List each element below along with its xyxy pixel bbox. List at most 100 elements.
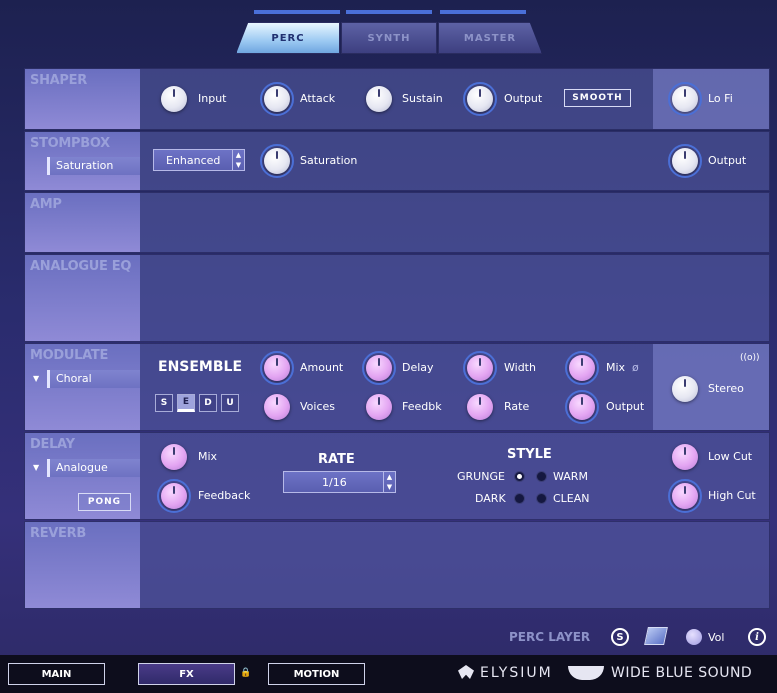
stereo-knob[interactable]: [672, 376, 698, 402]
modulate-module: MODULATE ▼ Choral: [24, 343, 770, 431]
eq-title: ANALOGUE EQ: [30, 259, 132, 274]
shaper-input-label: Input: [198, 92, 227, 105]
amp-title: AMP: [30, 197, 62, 212]
mode-button-d[interactable]: D: [199, 394, 217, 412]
lowcut-knob[interactable]: [672, 444, 698, 470]
tab-perc[interactable]: PERC: [236, 22, 340, 54]
rate-knob[interactable]: [467, 394, 493, 420]
delay-feedback-label: Feedback: [198, 489, 251, 502]
stompbox-mode-selector[interactable]: Enhanced ▲ ▼: [153, 149, 245, 171]
warm-radio[interactable]: [536, 471, 547, 482]
reverb-module: REVERB: [24, 521, 770, 609]
style-title: STYLE: [507, 447, 552, 462]
motion-nav-button[interactable]: MOTION: [268, 663, 365, 685]
vol-knob[interactable]: [686, 629, 702, 645]
clean-label: CLEAN: [553, 492, 590, 505]
vol-label: Vol: [708, 631, 725, 644]
dark-radio[interactable]: [514, 493, 525, 504]
highcut-knob[interactable]: [668, 479, 702, 513]
width-knob[interactable]: [463, 351, 497, 385]
amp-module: AMP: [24, 192, 770, 253]
tab-indicator-synth: [346, 10, 432, 14]
info-icon[interactable]: i: [748, 628, 766, 646]
reverb-side-panel: REVERB: [25, 522, 140, 608]
delay-title: DELAY: [30, 437, 75, 452]
tab-master[interactable]: MASTER: [438, 22, 542, 54]
shaper-output-knob[interactable]: [463, 82, 497, 116]
delay-rate-arrows[interactable]: ▲ ▼: [383, 472, 395, 492]
stompbox-output-knob[interactable]: [668, 144, 702, 178]
dropdown-arrow-icon: ▼: [33, 463, 40, 472]
shaper-attack-knob[interactable]: [260, 82, 294, 116]
modulate-side-panel: MODULATE ▼ Choral: [25, 344, 140, 430]
saturation-label: Saturation: [300, 154, 358, 167]
stompbox-mode-value: Enhanced: [166, 153, 221, 167]
shaper-side-panel: SHAPER: [25, 69, 140, 129]
analogue-eq-module: ANALOGUE EQ: [24, 254, 770, 342]
pong-button[interactable]: PONG: [78, 493, 131, 511]
lofi-label: Lo Fi: [708, 92, 733, 105]
smooth-button[interactable]: SMOOTH: [564, 89, 631, 107]
mode-button-e[interactable]: E: [177, 394, 195, 412]
grunge-radio[interactable]: [514, 471, 525, 482]
feedbk-label: Feedbk: [402, 400, 442, 413]
eq-side-panel: ANALOGUE EQ: [25, 255, 140, 341]
mod-delay-label: Delay: [402, 361, 434, 374]
stompbox-mode-arrows[interactable]: ▲ ▼: [232, 150, 244, 170]
modulate-type-dropdown[interactable]: Choral: [47, 370, 140, 388]
rate-title: RATE: [318, 452, 355, 467]
voices-knob[interactable]: [264, 394, 290, 420]
arrow-up-icon[interactable]: ▲: [387, 473, 392, 481]
rate-label: Rate: [504, 400, 530, 413]
fx-nav-button[interactable]: FX: [138, 663, 235, 685]
stereo-icon[interactable]: ((o)): [740, 353, 760, 363]
stompbox-title: STOMPBOX: [30, 136, 110, 151]
company-name: WIDE BLUE SOUND: [611, 665, 753, 681]
shaper-sustain-label: Sustain: [402, 92, 443, 105]
saturation-knob[interactable]: [260, 144, 294, 178]
shaper-attack-label: Attack: [300, 92, 336, 105]
amount-label: Amount: [300, 361, 344, 374]
stompbox-module: STOMPBOX Saturation: [24, 131, 770, 191]
mode-button-s[interactable]: S: [155, 394, 173, 412]
arrow-down-icon[interactable]: ▼: [236, 161, 241, 169]
stompbox-output-label: Output: [708, 154, 747, 167]
arrow-down-icon[interactable]: ▼: [387, 483, 392, 491]
delay-rate-value: 1/16: [322, 475, 347, 489]
shaper-title: SHAPER: [30, 73, 87, 88]
mod-output-knob[interactable]: [565, 390, 599, 424]
feedbk-knob[interactable]: [366, 394, 392, 420]
arrow-up-icon[interactable]: ▲: [236, 151, 241, 159]
shaper-input-knob[interactable]: [161, 86, 187, 112]
delay-module: DELAY ▼ Analogue: [24, 432, 770, 520]
perc-layer-label: PERC LAYER: [509, 630, 591, 644]
mod-output-label: Output: [606, 400, 645, 413]
phase-invert-icon[interactable]: ø: [632, 361, 639, 374]
warm-label: WARM: [553, 470, 588, 483]
stompbox-type-dropdown[interactable]: Saturation: [47, 157, 140, 175]
ensemble-title: ENSEMBLE: [158, 359, 243, 375]
delay-type-dropdown[interactable]: Analogue: [47, 459, 140, 477]
tab-synth[interactable]: SYNTH: [341, 22, 437, 54]
mode-button-u[interactable]: U: [221, 394, 239, 412]
dice-icon[interactable]: [644, 627, 668, 645]
stereo-label: Stereo: [708, 382, 744, 395]
tab-indicator-perc: [254, 10, 340, 14]
mod-delay-knob[interactable]: [362, 351, 396, 385]
shaper-output-label: Output: [504, 92, 543, 105]
delay-mix-knob[interactable]: [161, 444, 187, 470]
main-nav-button[interactable]: MAIN: [8, 663, 105, 685]
delay-mix-label: Mix: [198, 450, 218, 463]
amp-side-panel: AMP: [25, 193, 140, 252]
delay-feedback-knob[interactable]: [157, 479, 191, 513]
mod-mix-knob[interactable]: [565, 351, 599, 385]
lofi-knob[interactable]: [668, 82, 702, 116]
amount-knob[interactable]: [260, 351, 294, 385]
lowcut-label: Low Cut: [708, 450, 753, 463]
shaper-sustain-knob[interactable]: [366, 86, 392, 112]
tab-indicator-master: [440, 10, 526, 14]
clean-radio[interactable]: [536, 493, 547, 504]
delay-rate-selector[interactable]: 1/16 ▲ ▼: [283, 471, 396, 493]
solo-button[interactable]: S: [611, 628, 629, 646]
dark-label: DARK: [475, 492, 506, 505]
